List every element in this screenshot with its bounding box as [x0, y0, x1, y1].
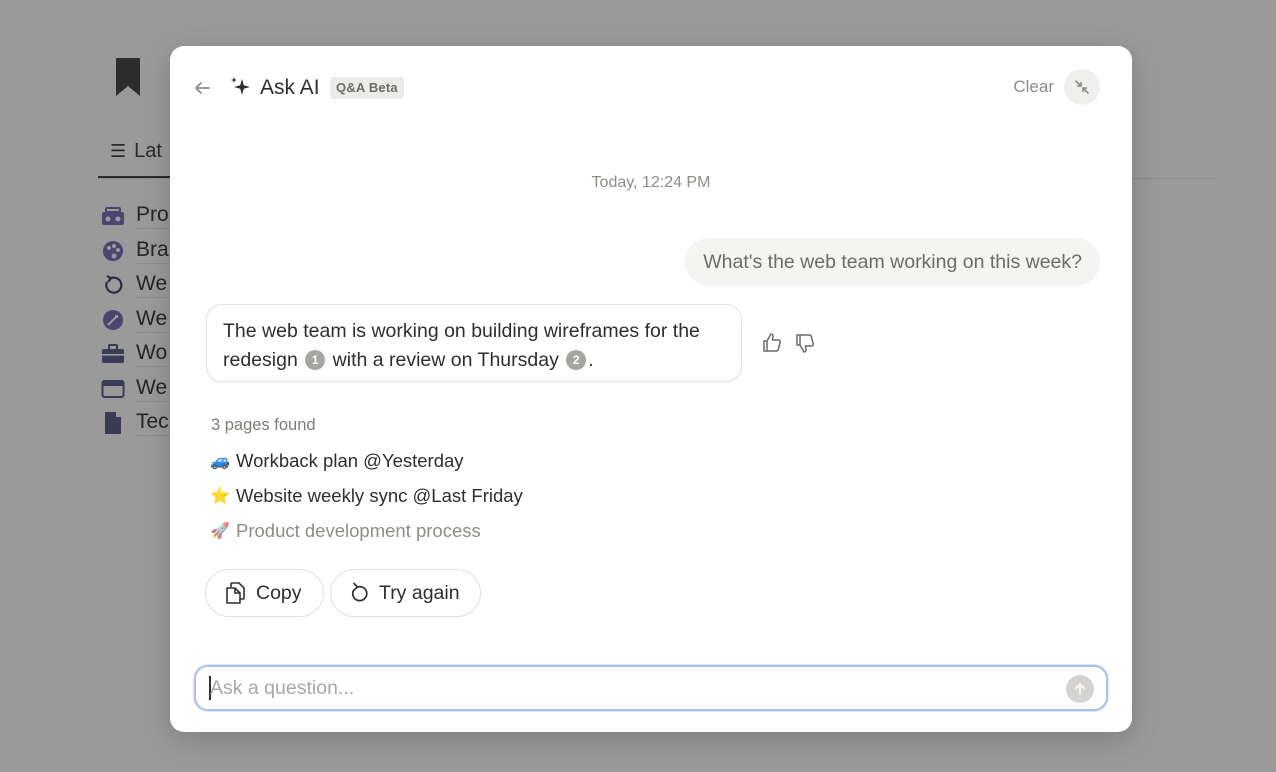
background-tab-label: Lat — [134, 140, 162, 162]
ai-response-text: . — [588, 349, 593, 371]
list-icon: ☰ — [110, 140, 126, 162]
background-list-item-label: Bra — [136, 238, 169, 264]
background-list-item: We — [100, 372, 169, 407]
source-title: Workback plan @Yesterday — [236, 450, 464, 472]
background-page-list: Pro Bra We We Wo — [100, 199, 169, 441]
window-icon — [100, 377, 126, 401]
ai-response-bubble: The web team is working on building wire… — [206, 304, 742, 382]
bookmark-icon — [114, 56, 142, 98]
copy-icon — [224, 581, 246, 605]
background-list-item-label: Tec — [136, 410, 169, 436]
try-again-button-label: Try again — [379, 582, 460, 605]
conversation-timestamp: Today, 12:24 PM — [170, 174, 1132, 192]
briefcase-icon — [100, 342, 126, 366]
background-list-item: Tec — [100, 406, 169, 441]
background-list-item: We — [100, 303, 169, 338]
background-list-item: Bra — [100, 234, 169, 269]
sparkle-icon — [229, 76, 251, 98]
car-icon: 🚙 — [210, 451, 230, 471]
thumbs-down-icon[interactable] — [793, 331, 817, 355]
source-link[interactable]: 🚀 Product development process — [210, 520, 481, 542]
modal-title: Ask AI — [260, 75, 320, 101]
ai-response-text: with a review on Thursday — [333, 349, 559, 371]
collapse-button[interactable] — [1064, 69, 1100, 105]
star-icon: ⭐ — [210, 486, 230, 506]
thumbs-up-icon[interactable] — [760, 331, 784, 355]
retry-icon — [349, 582, 369, 604]
source-link[interactable]: ⭐ Website weekly sync @Last Friday — [210, 485, 523, 507]
copy-button-label: Copy — [256, 582, 302, 605]
source-title: Website weekly sync @Last Friday — [236, 485, 523, 507]
send-button[interactable] — [1066, 675, 1094, 703]
clear-button[interactable]: Clear — [1013, 76, 1054, 98]
document-icon — [100, 411, 126, 435]
collapse-icon — [1074, 79, 1090, 95]
background-list-item-label: Pro — [136, 203, 169, 229]
modal-header: Ask AI Q&A Beta Clear — [170, 46, 1132, 130]
try-again-button[interactable]: Try again — [330, 569, 481, 617]
copy-button[interactable]: Copy — [205, 569, 324, 617]
question-input[interactable] — [210, 667, 1050, 709]
background-list-item: We — [100, 268, 169, 303]
question-input-container — [194, 665, 1108, 711]
user-message-bubble: What's the web team working on this week… — [685, 238, 1100, 286]
source-link[interactable]: 🚙 Workback plan @Yesterday — [210, 450, 464, 472]
background-list-item: Pro — [100, 199, 169, 234]
background-list-item-label: Wo — [136, 341, 167, 367]
palette-icon — [100, 239, 126, 263]
citation-badge-2[interactable]: 2 — [566, 350, 586, 370]
pages-found-label: 3 pages found — [211, 416, 316, 435]
rocket-icon — [100, 308, 126, 332]
back-arrow-icon[interactable] — [192, 78, 212, 98]
refresh-icon — [100, 273, 126, 297]
rocket-icon: 🚀 — [210, 521, 230, 541]
arrow-up-icon — [1073, 682, 1087, 696]
beta-badge: Q&A Beta — [330, 77, 404, 99]
background-list-item-label: We — [136, 376, 167, 402]
background-list-item: Wo — [100, 337, 169, 372]
background-list-item-label: We — [136, 307, 167, 333]
citation-badge-1[interactable]: 1 — [305, 350, 325, 370]
background-list-item-label: We — [136, 272, 167, 298]
ask-ai-modal: Ask AI Q&A Beta Clear Today, 12:24 PM Wh… — [170, 46, 1132, 732]
boombox-icon — [100, 204, 126, 228]
source-title: Product development process — [236, 520, 481, 542]
